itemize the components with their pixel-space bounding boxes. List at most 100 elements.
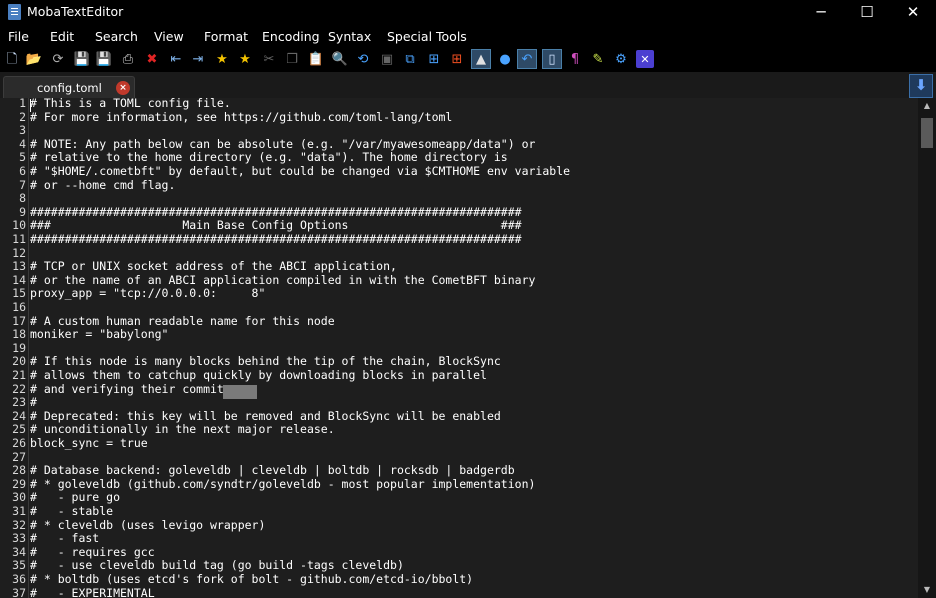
highlighter-icon[interactable]: ✎ [589,50,607,68]
close-file-icon[interactable]: ✖ [143,50,161,68]
menu-encoding[interactable]: Encoding [262,29,320,44]
menu-edit[interactable]: Edit [50,29,74,44]
code-line[interactable]: 24 # Deprecated: this key will be removed… [0,408,900,424]
code-line[interactable]: 29 # * goleveldb (github.com/syndtr/golev… [0,476,900,492]
code-line[interactable]: 30 # - pure go [0,491,900,505]
close-window-button[interactable]: ✕ [890,0,936,25]
line-number: 27 [12,449,26,464]
scroll-to-bottom-button[interactable]: ⬇ [909,74,933,98]
code-line[interactable]: 31 # - stable [0,504,900,519]
code-line[interactable]: 1 # This is a TOML config file. [0,98,900,111]
scroll-down-arrow-icon[interactable]: ▼ [918,582,936,598]
line-number: 24 [12,408,26,423]
tab-label: config.toml [37,81,102,95]
menu-file[interactable]: File [8,29,29,44]
apple-icon[interactable]: ● [496,50,514,68]
menu-special-tools[interactable]: Special Tools [387,29,467,44]
code-line[interactable]: 17 # A custom human readable name for thi… [0,313,900,329]
scroll-up-arrow-icon[interactable]: ▲ [918,98,936,114]
code-line[interactable]: 37 # - EXPERIMENTAL [0,586,900,598]
favorite-star-icon[interactable]: ★ [236,50,254,68]
code-line[interactable]: 34 # - requires gcc [0,545,900,560]
menu-search[interactable]: Search [95,29,138,44]
code-line[interactable]: 18 moniker = "babylong" [0,328,900,342]
code-text: # NOTE: Any path below can be absolute (… [30,136,536,151]
settings-gears-icon[interactable]: ⚙ [612,50,630,68]
code-text: block_sync = true [30,436,148,450]
code-line[interactable]: 20 # If this node is many blocks behind t… [0,355,900,369]
exit-icon[interactable]: ✕ [636,50,654,68]
compare-icon[interactable]: ⧉ [401,50,419,68]
code-line[interactable]: 26 block_sync = true [0,436,900,451]
code-line[interactable]: 10 ### Main Base Config Options ### [0,219,900,233]
tab-close-icon[interactable]: × [116,81,130,95]
pilcrow-icon[interactable]: ¶ [566,50,584,68]
line-number: 33 [12,531,26,546]
code-line[interactable]: 33 # - fast [0,532,900,546]
menu-view[interactable]: View [154,29,184,44]
menu-bar: File Edit Search View Format Encoding Sy… [0,25,936,47]
line-number: 23 [12,395,26,410]
undo-icon[interactable]: ↶ [517,49,537,69]
code-line[interactable]: 14 # or the name of an ABCI application c… [0,273,900,288]
code-line[interactable]: 36 # * boltdb (uses etcd's fork of bolt -… [0,572,900,587]
save-icon[interactable]: 💾 [73,50,91,68]
code-line[interactable]: 19 [0,340,900,356]
code-line[interactable]: 8 [0,192,900,206]
find-icon[interactable]: 🔍 [331,50,349,68]
maximize-button[interactable]: ☐ [844,0,890,25]
windows-icon[interactable]: ⊞ [425,50,443,68]
code-line[interactable]: 13 # TCP or UNIX socket address of the AB… [0,260,900,274]
line-number: 17 [12,313,26,328]
replace-icon[interactable]: ⟲ [354,50,372,68]
code-line[interactable]: 3 [0,124,900,138]
code-line[interactable]: 35 # - use cleveldb build tag (go build -… [0,559,900,573]
image-icon[interactable]: ▣ [378,50,396,68]
line-number: 29 [12,476,26,491]
code-line[interactable]: 21 # allows them to catchup quickly by do… [0,368,900,383]
menu-syntax[interactable]: Syntax [328,29,371,44]
text-editor[interactable]: 1 # This is a TOML config file. 2 # For mor… [0,98,918,598]
code-line[interactable]: 25 # unconditionally in the next major re… [0,423,900,437]
code-line[interactable]: 27 [0,449,900,465]
indent-icon[interactable]: ⇥ [189,50,207,68]
code-line[interactable]: 6 # "$HOME/.cometbft" by default, but cou… [0,164,900,179]
code-line[interactable]: 23 # [0,396,900,410]
line-number: 26 [12,436,26,450]
code-line[interactable]: 9 #######################################… [0,205,900,220]
code-line[interactable]: 5 # relative to the home directory (e.g. … [0,151,900,165]
code-line[interactable]: 2 # For more information, see https://git… [0,110,900,125]
code-line[interactable]: 22 # and verifying their commits [0,381,900,397]
reload-icon[interactable]: ⟳ [49,50,67,68]
code-line[interactable]: 32 # * cleveldb (uses levigo wrapper) [0,518,900,533]
minimize-button[interactable]: ─ [798,0,844,25]
code-line[interactable]: 11 ######################################… [0,232,900,247]
code-line[interactable]: 4 # NOTE: Any path below can be absolute … [0,136,900,152]
windows-flag-icon[interactable]: ⊞ [448,50,466,68]
code-line[interactable]: 7 # or --home cmd flag. [0,178,900,193]
tab-config-toml[interactable]: config.toml × [3,76,135,99]
open-folder-icon[interactable]: 📂 [25,50,43,68]
document-icon[interactable]: ▯ [542,49,562,69]
paste-icon[interactable]: 📋 [307,50,325,68]
code-line[interactable]: 16 [0,300,900,315]
linux-icon[interactable]: ▲ [471,49,491,69]
cut-icon[interactable]: ✂ [260,50,278,68]
menu-format[interactable]: Format [204,29,248,44]
copy-icon[interactable]: ❐ [283,50,301,68]
line-number: 22 [12,381,26,396]
new-file-icon[interactable]: 🗋 [3,50,21,68]
vertical-scrollbar[interactable]: ▲ ▼ [918,98,936,598]
line-number: 3 [19,123,26,138]
print-icon[interactable]: ⎙ [119,50,137,68]
code-line[interactable]: 28 # Database backend: goleveldb | clevel… [0,464,900,478]
code-text: # unconditionally in the next major rele… [30,422,335,437]
line-number: 19 [12,340,26,355]
save-all-icon[interactable]: 💾 [95,50,113,68]
scrollbar-thumb[interactable] [921,118,933,148]
toolbar: 🗋 📂 ⟳ 💾 💾 ⎙ ✖ ⇤ ⇥ ★ ★ ✂ ❐ 📋 🔍 ⟲ ▣ ⧉ ⊞ ⊞ ▲ ● ↶ ▯ ¶ ✎ ⚙ ✕ [0,47,936,72]
code-line[interactable]: 12 [0,246,900,261]
code-line[interactable]: 15 proxy_app = "tcp://0.0.0.0: 8" [0,287,900,301]
outdent-icon[interactable]: ⇤ [167,50,185,68]
bookmark-star-icon[interactable]: ★ [213,50,231,68]
